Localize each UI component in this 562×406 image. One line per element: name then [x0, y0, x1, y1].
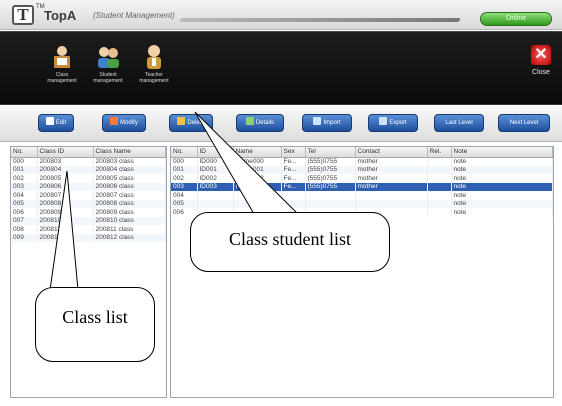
- class-list-callout-text: Class list: [62, 307, 128, 327]
- class-student-list-callout-text: Class student list: [228, 229, 351, 249]
- class-list-callout: Class list: [35, 287, 155, 362]
- student-list-callout-pointer: [194, 111, 306, 222]
- class-student-list-callout: Class student list: [190, 212, 390, 272]
- class-list-callout-pointer: [49, 170, 79, 291]
